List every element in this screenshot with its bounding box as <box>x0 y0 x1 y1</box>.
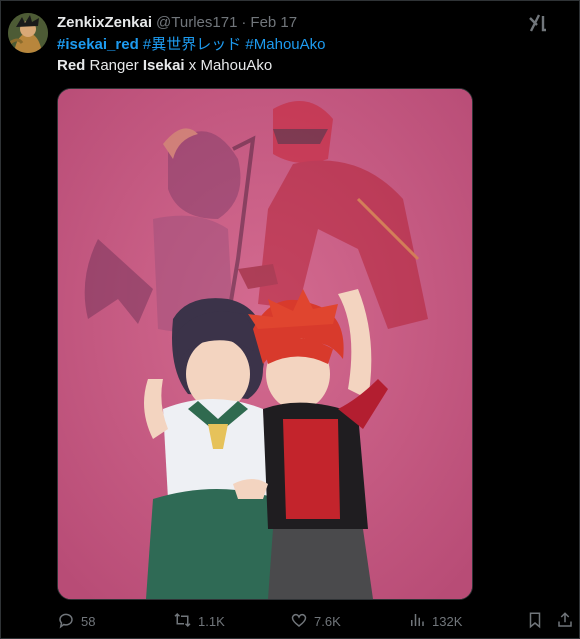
display-name[interactable]: ZenkixZenkai <box>57 14 152 31</box>
text-mahouako: x MahouAko <box>184 57 273 74</box>
bookmark-icon <box>526 611 550 632</box>
share-button[interactable] <box>556 611 580 631</box>
repost-count: 1.1K <box>198 613 225 629</box>
post-card[interactable]: ZenkixZenkai @Turles171 · Feb 17 #isekai… <box>0 0 580 639</box>
like-icon <box>290 611 314 632</box>
hashtag-mahouako[interactable]: #MahouAko <box>245 36 325 53</box>
reply-icon <box>57 611 81 632</box>
text-red: Red <box>57 57 86 74</box>
post-image[interactable] <box>57 88 473 600</box>
grok-icon[interactable] <box>528 13 550 33</box>
hashtag-line: #isekai_red #異世界レッド #MahouAko <box>57 35 325 55</box>
hashtag-isekai-red[interactable]: #isekai_red <box>57 36 139 53</box>
repost-button[interactable]: 1.1K <box>173 611 225 631</box>
views-icon <box>408 611 432 632</box>
post-header: ZenkixZenkai @Turles171 · Feb 17 <box>57 12 297 32</box>
like-button[interactable]: 7.6K <box>290 611 341 631</box>
bookmark-button[interactable] <box>526 611 550 631</box>
views-count: 132K <box>432 613 463 629</box>
reply-button[interactable]: 58 <box>57 611 95 631</box>
repost-icon <box>173 611 198 632</box>
text-ranger: Ranger <box>85 57 143 74</box>
hashtag-isekai-red-jp[interactable]: #異世界レッド <box>143 36 241 53</box>
post-date[interactable]: Feb 17 <box>250 14 297 31</box>
action-bar: 58 1.1K 7.6K 132K <box>1 607 580 635</box>
post-text: Red Ranger Isekai x MahouAko <box>57 56 272 76</box>
text-isekai: Isekai <box>142 57 185 74</box>
reply-count: 58 <box>81 613 96 629</box>
avatar[interactable] <box>8 13 48 53</box>
views-button[interactable]: 132K <box>408 611 462 631</box>
like-count: 7.6K <box>314 613 341 629</box>
share-icon <box>556 611 580 632</box>
user-handle[interactable]: @Turles171 <box>156 14 237 31</box>
separator-dot: · <box>241 13 247 31</box>
